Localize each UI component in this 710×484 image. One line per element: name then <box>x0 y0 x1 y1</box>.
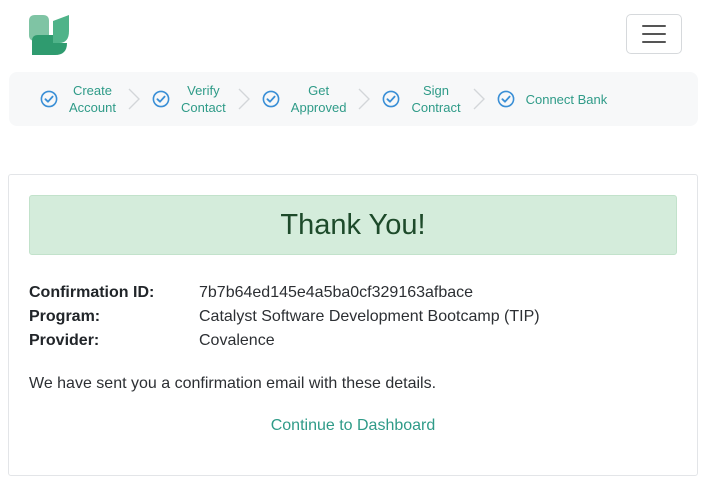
hamburger-menu-icon-line <box>642 41 666 43</box>
check-circle-icon <box>262 90 280 108</box>
page-title: Thank You! <box>280 208 426 241</box>
chevron-right-icon <box>128 88 140 110</box>
check-circle-icon <box>40 90 58 108</box>
detail-value: Catalyst Software Development Bootcamp (… <box>199 308 540 325</box>
check-circle-icon <box>152 90 170 108</box>
step-label: Sign Contract <box>411 83 461 115</box>
detail-row-program: Program: Catalyst Software Development B… <box>29 305 540 329</box>
step-get-approved[interactable]: Get Approved <box>262 82 347 116</box>
chevron-right-icon <box>238 88 250 110</box>
confirmation-details: Confirmation ID: 7b7b64ed145e4a5ba0cf329… <box>29 281 540 353</box>
thank-you-banner: Thank You! <box>29 195 677 255</box>
menu-toggle-button[interactable] <box>626 14 682 54</box>
continue-to-dashboard-link[interactable]: Continue to Dashboard <box>9 417 697 435</box>
chevron-right-icon <box>473 88 485 110</box>
detail-row-provider: Provider: Covalence <box>29 329 540 353</box>
detail-value: 7b7b64ed145e4a5ba0cf329163afbace <box>199 284 474 301</box>
app-logo[interactable] <box>29 15 71 55</box>
check-circle-icon <box>497 90 514 108</box>
step-label: Verify Contact <box>180 83 226 115</box>
step-label: Create Account <box>69 83 116 115</box>
step-connect-bank[interactable]: Connect Bank <box>497 90 608 108</box>
step-sign-contract[interactable]: Sign Contract <box>382 82 461 116</box>
confirmation-card: Thank You! Confirmation ID: 7b7b64ed145e… <box>8 174 698 476</box>
check-circle-icon <box>383 90 400 108</box>
hamburger-menu-icon-line <box>642 33 666 35</box>
step-create-account[interactable]: Create Account <box>40 82 116 116</box>
detail-label: Program: <box>29 308 101 325</box>
hamburger-menu-icon-line <box>642 25 666 27</box>
app-logo-icon <box>29 15 69 55</box>
step-label: Get Approved <box>290 83 347 115</box>
chevron-right-icon <box>358 88 371 110</box>
progress-steps: Create Account Verify Contact Get Approved … <box>9 72 698 126</box>
detail-label: Provider: <box>29 332 100 349</box>
step-verify-contact[interactable]: Verify Contact <box>152 82 226 116</box>
detail-value: Covalence <box>199 332 275 349</box>
step-label: Connect Bank <box>525 91 608 107</box>
detail-row-confirmation-id: Confirmation ID: 7b7b64ed145e4a5ba0cf329… <box>29 281 540 305</box>
detail-label: Confirmation ID: <box>29 284 155 301</box>
confirmation-email-note: We have sent you a confirmation email wi… <box>29 375 437 392</box>
